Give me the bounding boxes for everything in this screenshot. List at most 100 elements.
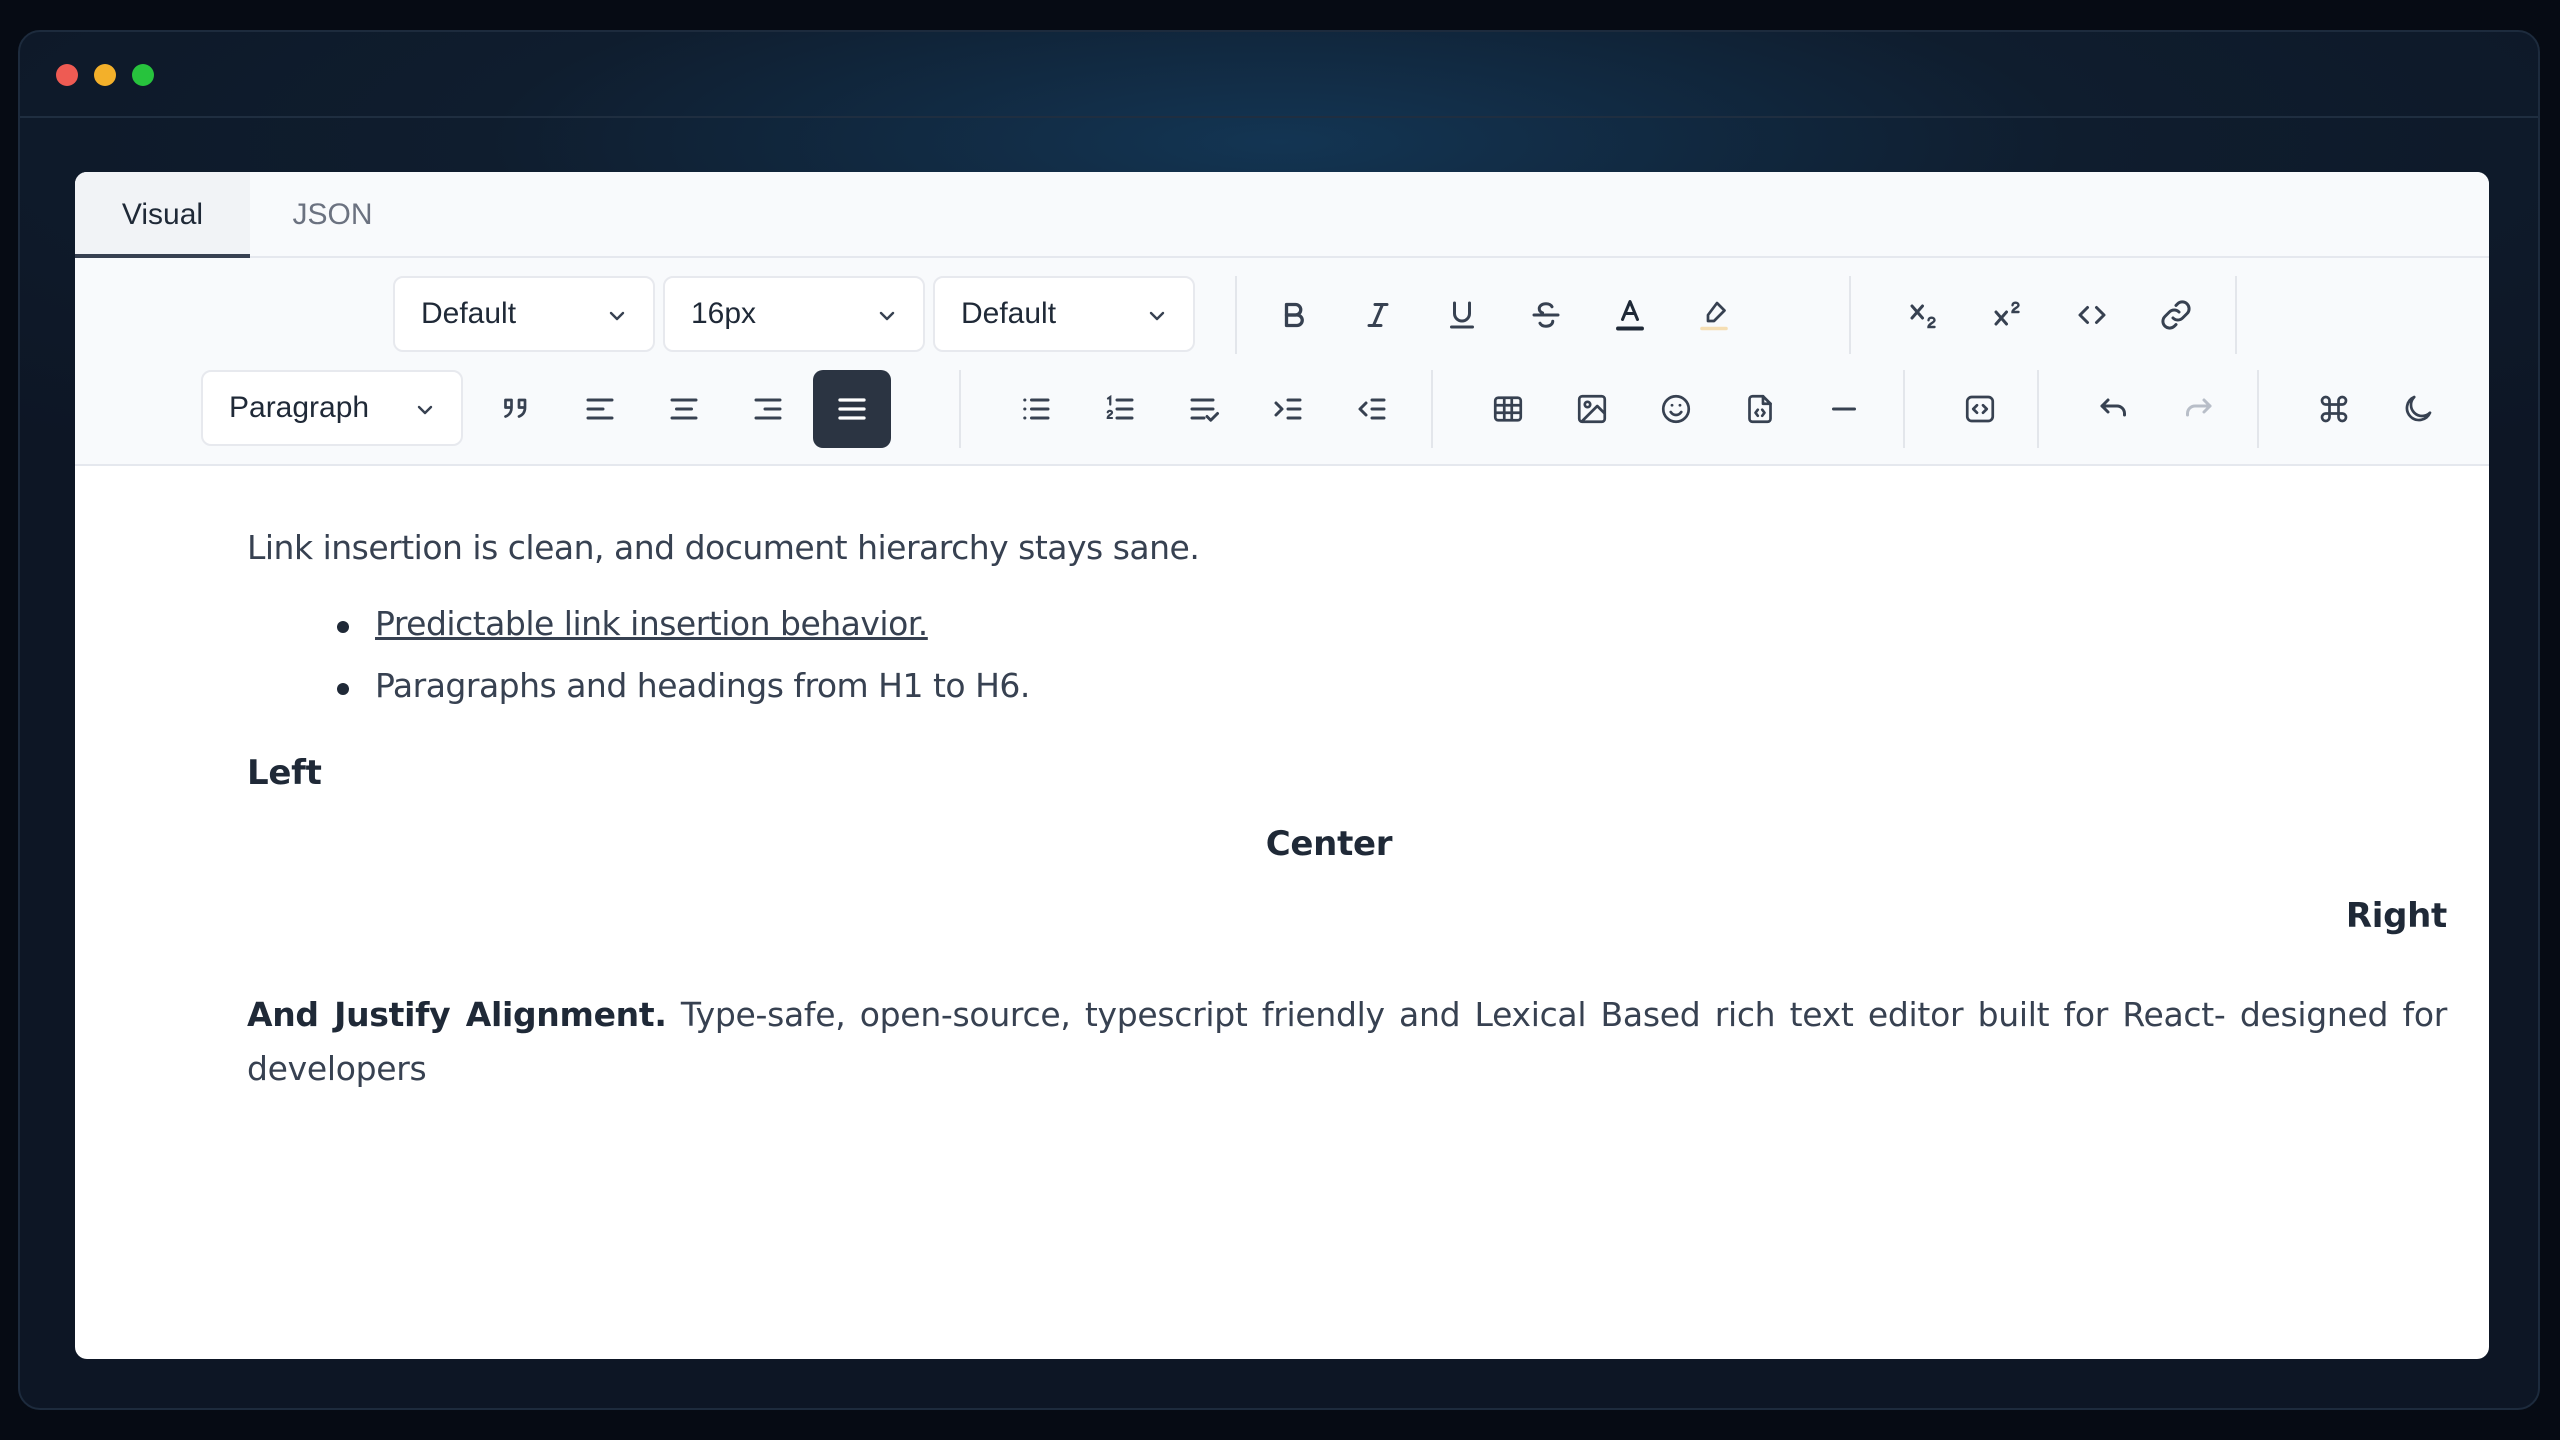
- link[interactable]: Predictable link insertion behavior.: [375, 604, 928, 643]
- insert-table-button[interactable]: [1469, 370, 1547, 448]
- undo-icon: [2100, 398, 2126, 417]
- toolbar-divider: [1235, 276, 1237, 354]
- italic-button[interactable]: [1339, 276, 1417, 354]
- blockquote-button[interactable]: [477, 370, 555, 448]
- list-item[interactable]: Predictable link insertion behavior.: [337, 604, 928, 643]
- underline-icon: [1450, 301, 1474, 329]
- numbered-list-button[interactable]: [1081, 370, 1159, 448]
- align-right-icon: [754, 398, 782, 420]
- font-family-select[interactable]: Default: [393, 276, 655, 352]
- code-icon: [2078, 306, 2106, 324]
- theme-toggle-icon: [2405, 395, 2432, 422]
- chevron-down-icon: [609, 311, 625, 321]
- insert-image-button[interactable]: [1553, 370, 1631, 448]
- align-center-button[interactable]: [645, 370, 723, 448]
- chevron-down-icon: [1149, 311, 1165, 321]
- bold-button[interactable]: [1255, 276, 1333, 354]
- toolbar-divider: [2257, 370, 2259, 448]
- align-left-icon: [586, 398, 614, 420]
- embed-icon: [1965, 395, 1995, 423]
- tab-json[interactable]: JSON: [250, 172, 415, 258]
- line-height-select[interactable]: Default: [933, 276, 1195, 352]
- strikethrough-button[interactable]: [1507, 276, 1585, 354]
- subscript-button[interactable]: [1885, 276, 1963, 354]
- link-icon: [2161, 300, 2191, 330]
- maximize-window-button[interactable]: [132, 64, 154, 86]
- highlight-icon: [1700, 301, 1728, 331]
- insert-file-button[interactable]: [1721, 370, 1799, 448]
- justified-paragraph[interactable]: And Justify Alignment. Type-safe, open-s…: [247, 988, 2447, 1096]
- bold-icon: [1284, 302, 1304, 328]
- subscript-icon: [1910, 304, 1936, 329]
- toolbar-divider: [1849, 276, 1851, 354]
- align-center-icon: [670, 398, 698, 420]
- numbered-list-icon: [1106, 394, 1134, 420]
- indent-icon: [1274, 398, 1302, 420]
- insert-embed-button[interactable]: [1941, 370, 2019, 448]
- block-type-select[interactable]: Paragraph: [201, 370, 463, 446]
- file-icon: [1748, 394, 1772, 424]
- check-list-button[interactable]: [1165, 370, 1243, 448]
- block-type-value: Paragraph: [229, 391, 370, 424]
- editor-tabs: Visual JSON: [75, 172, 2489, 258]
- chevron-down-icon: [417, 405, 433, 415]
- command-palette-button[interactable]: [2295, 370, 2373, 448]
- font-family-value: Default: [421, 297, 517, 330]
- toolbar-divider: [2037, 370, 2039, 448]
- redo-icon: [2186, 398, 2212, 417]
- inline-code-button[interactable]: [2053, 276, 2131, 354]
- quote-icon: [504, 398, 527, 418]
- close-window-button[interactable]: [56, 64, 78, 86]
- align-justify-button[interactable]: [813, 370, 891, 448]
- horizontal-rule-icon: [1832, 407, 1856, 411]
- title-bar: [20, 32, 2538, 118]
- minimize-window-button[interactable]: [94, 64, 116, 86]
- table-icon: [1493, 396, 1523, 422]
- heading-center-aligned[interactable]: Center: [75, 824, 2489, 864]
- rich-text-editor: Visual JSON Default 16px Default Paragra…: [75, 172, 2489, 1359]
- toolbar-divider: [2235, 276, 2237, 354]
- check-list-icon: [1190, 398, 1219, 422]
- toolbar-divider: [1903, 370, 1905, 448]
- highlight-button[interactable]: [1675, 276, 1753, 354]
- align-justify-icon: [838, 398, 866, 420]
- command-icon: [2320, 395, 2348, 423]
- bullet-list-button[interactable]: [997, 370, 1075, 448]
- heading-right-aligned[interactable]: Right: [2346, 896, 2447, 936]
- insert-emoji-button[interactable]: [1637, 370, 1715, 448]
- image-icon: [1577, 394, 1607, 424]
- line-height-value: Default: [961, 297, 1057, 330]
- indent-button[interactable]: [1249, 370, 1327, 448]
- emoji-icon: [1661, 394, 1691, 424]
- superscript-button[interactable]: [1969, 276, 2047, 354]
- formatting-toolbar: Default 16px Default Paragraph: [75, 258, 2489, 466]
- tab-visual[interactable]: Visual: [75, 172, 250, 258]
- outdent-button[interactable]: [1333, 370, 1411, 448]
- text-color-icon: [1616, 300, 1644, 331]
- font-size-value: 16px: [691, 297, 757, 330]
- font-size-select[interactable]: 16px: [663, 276, 925, 352]
- text-color-button[interactable]: [1591, 276, 1669, 354]
- editor-content[interactable]: Link insertion is clean, and document hi…: [75, 466, 2489, 1359]
- paragraph[interactable]: Link insertion is clean, and document hi…: [247, 528, 1200, 567]
- toolbar-divider: [1431, 370, 1433, 448]
- insert-link-button[interactable]: [2137, 276, 2215, 354]
- bullet-list-icon: [1023, 398, 1050, 420]
- underline-button[interactable]: [1423, 276, 1501, 354]
- strikethrough-icon: [1532, 302, 1560, 328]
- theme-toggle-button[interactable]: [2379, 370, 2457, 448]
- bold-text: And Justify Alignment.: [247, 995, 667, 1034]
- superscript-icon: [1994, 301, 2020, 326]
- heading-left-aligned[interactable]: Left: [247, 753, 322, 793]
- horizontal-rule-button[interactable]: [1805, 370, 1883, 448]
- undo-button[interactable]: [2075, 370, 2153, 448]
- align-left-button[interactable]: [561, 370, 639, 448]
- italic-icon: [1367, 303, 1389, 327]
- align-right-button[interactable]: [729, 370, 807, 448]
- list-item[interactable]: Paragraphs and headings from H1 to H6.: [337, 666, 1030, 705]
- outdent-icon: [1358, 398, 1386, 420]
- redo-button[interactable]: [2159, 370, 2237, 448]
- toolbar-divider: [959, 370, 961, 448]
- chevron-down-icon: [879, 311, 895, 321]
- app-window: Visual JSON Default 16px Default Paragra…: [18, 30, 2540, 1410]
